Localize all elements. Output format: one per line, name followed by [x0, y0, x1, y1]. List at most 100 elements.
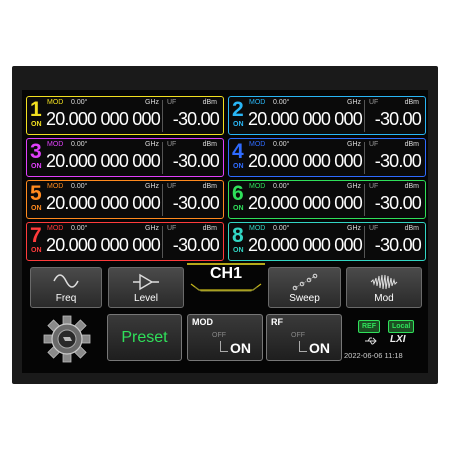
uf-label: UF — [369, 99, 379, 106]
frequency-value[interactable]: 20.000 000 000 — [46, 151, 161, 172]
frequency-value[interactable]: 20.000 000 000 — [248, 151, 363, 172]
toggle-indicator — [220, 341, 228, 352]
rf-toggle[interactable]: RF OFF ON — [266, 314, 342, 361]
frequency-value[interactable]: 20.000 000 000 — [248, 235, 363, 256]
phase-value: 0.00° — [71, 99, 88, 106]
divider — [162, 142, 163, 174]
freq-unit: GHz — [347, 141, 361, 148]
level-unit: dBm — [404, 183, 419, 190]
channel-on-status: ON — [233, 121, 244, 128]
phase-value: 0.00° — [273, 99, 290, 106]
sweep-button[interactable]: Sweep — [268, 267, 341, 308]
phase-value: 0.00° — [273, 183, 290, 190]
uf-label: UF — [167, 225, 177, 232]
level-unit: dBm — [202, 99, 217, 106]
lxi-logo: LXI — [390, 334, 406, 345]
level-value[interactable]: -30.00 — [375, 151, 422, 172]
freq-unit: GHz — [145, 183, 159, 190]
ref-badge: REF — [358, 320, 380, 333]
freq-button[interactable]: Freq — [30, 267, 102, 308]
freq-unit: GHz — [347, 99, 361, 106]
divider — [364, 184, 365, 216]
mod-label: Mod — [374, 293, 394, 304]
divider — [162, 100, 163, 132]
sweep-label: Sweep — [289, 293, 320, 304]
divider — [364, 142, 365, 174]
channel-tile-4[interactable]: 4 ON MOD 0.00° GHz UF dBm 20.000 000 000 -30.00 — [228, 138, 426, 177]
phase-value: 0.00° — [273, 141, 290, 148]
frequency-value[interactable]: 20.000 000 000 — [46, 109, 161, 130]
divider — [364, 226, 365, 258]
amplifier-icon — [133, 273, 159, 291]
mod-toggle-title: MOD — [192, 317, 213, 327]
mod-toggle[interactable]: MOD OFF ON — [187, 314, 263, 361]
preset-button[interactable]: Preset — [107, 314, 182, 361]
level-value[interactable]: -30.00 — [173, 109, 220, 130]
modulated-wave-icon — [370, 274, 398, 290]
frequency-value[interactable]: 20.000 000 000 — [248, 109, 363, 130]
level-unit: dBm — [202, 225, 217, 232]
channel-tile-1[interactable]: 1 ON MOD 0.00° GHz UF dBm 20.000 000 000 -30.00 — [26, 96, 224, 135]
channel-on-status: ON — [31, 121, 42, 128]
freq-unit: GHz — [347, 183, 361, 190]
channel-on-status: ON — [233, 205, 244, 212]
level-value[interactable]: -30.00 — [375, 109, 422, 130]
settings-button[interactable] — [37, 313, 97, 365]
frequency-value[interactable]: 20.000 000 000 — [46, 235, 161, 256]
level-value[interactable]: -30.00 — [173, 235, 220, 256]
tab-ch1[interactable]: CH1 — [187, 262, 265, 292]
level-label: Level — [134, 293, 158, 304]
sine-wave-icon — [53, 274, 79, 288]
channel-number: 1 — [30, 98, 42, 121]
uf-label: UF — [167, 141, 177, 148]
mod-label: MOD — [249, 141, 266, 148]
channel-tile-3[interactable]: 3 ON MOD 0.00° GHz UF dBm 20.000 000 000 -30.00 — [26, 138, 224, 177]
mod-label: MOD — [47, 99, 64, 106]
phase-value: 0.00° — [273, 225, 290, 232]
level-value[interactable]: -30.00 — [375, 193, 422, 214]
usb-icon — [365, 337, 377, 345]
freq-unit: GHz — [145, 225, 159, 232]
uf-label: UF — [369, 225, 379, 232]
channel-on-status: ON — [233, 247, 244, 254]
gear-icon — [43, 315, 91, 363]
freq-unit: GHz — [145, 141, 159, 148]
rf-toggle-title: RF — [271, 317, 283, 327]
level-value[interactable]: -30.00 — [375, 235, 422, 256]
status-panel: REF Local LXI 2022-06-06 11:18 — [344, 320, 426, 365]
level-unit: dBm — [202, 183, 217, 190]
frequency-value[interactable]: 20.000 000 000 — [46, 193, 161, 214]
mod-label: MOD — [249, 183, 266, 190]
channel-tile-8[interactable]: 8 ON MOD 0.00° GHz UF dBm 20.000 000 000 -30.00 — [228, 222, 426, 261]
channel-tile-2[interactable]: 2 ON MOD 0.00° GHz UF dBm 20.000 000 000 -30.00 — [228, 96, 426, 135]
channel-tile-5[interactable]: 5 ON MOD 0.00° GHz UF dBm 20.000 000 000 -30.00 — [26, 180, 224, 219]
level-value[interactable]: -30.00 — [173, 151, 220, 172]
mod-on-label: ON — [230, 340, 251, 356]
divider — [162, 226, 163, 258]
sweep-points-icon — [292, 273, 317, 291]
channel-tile-6[interactable]: 6 ON MOD 0.00° GHz UF dBm 20.000 000 000 -30.00 — [228, 180, 426, 219]
level-button[interactable]: Level — [108, 267, 184, 308]
channel-on-status: ON — [31, 247, 42, 254]
channel-number: 7 — [30, 224, 42, 247]
divider — [162, 184, 163, 216]
channel-number: 3 — [30, 140, 42, 163]
level-unit: dBm — [202, 141, 217, 148]
channel-number: 4 — [232, 140, 244, 163]
rf-on-label: ON — [309, 340, 330, 356]
uf-label: UF — [167, 99, 177, 106]
uf-label: UF — [167, 183, 177, 190]
mod-label: MOD — [47, 225, 64, 232]
freq-unit: GHz — [145, 99, 159, 106]
channel-tile-7[interactable]: 7 ON MOD 0.00° GHz UF dBm 20.000 000 000 -30.00 — [26, 222, 224, 261]
rf-off-label: OFF — [291, 332, 305, 339]
timestamp: 2022-06-06 11:18 — [344, 351, 403, 360]
channel-on-status: ON — [233, 163, 244, 170]
freq-unit: GHz — [347, 225, 361, 232]
phase-value: 0.00° — [71, 183, 88, 190]
mod-off-label: OFF — [212, 332, 226, 339]
level-value[interactable]: -30.00 — [173, 193, 220, 214]
mod-button[interactable]: Mod — [346, 267, 422, 308]
frequency-value[interactable]: 20.000 000 000 — [248, 193, 363, 214]
channel-on-status: ON — [31, 205, 42, 212]
